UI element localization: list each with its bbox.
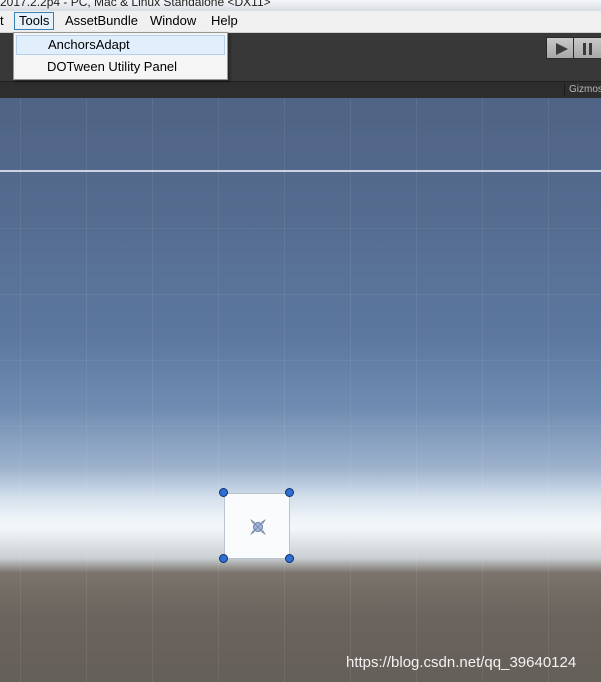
grid-line — [482, 98, 483, 682]
grid-line — [0, 228, 601, 229]
grid-line — [284, 98, 285, 682]
grid-line — [0, 294, 601, 295]
grid-line — [86, 98, 87, 682]
play-button[interactable] — [546, 37, 574, 59]
window-title: 2017.2.2p4 - PC, Mac & Linux Standalone … — [0, 0, 271, 9]
grid-line — [350, 98, 351, 682]
rect-handle-bottom-left[interactable] — [219, 554, 228, 563]
menu-edit[interactable]: t — [0, 13, 8, 29]
rect-handle-top-left[interactable] — [219, 488, 228, 497]
grid-line — [152, 98, 153, 682]
tools-dropdown-menu: AnchorsAdapt DOTween Utility Panel — [13, 32, 228, 80]
grid-line — [218, 98, 219, 682]
menu-window[interactable]: Window — [146, 13, 200, 29]
grid-line — [548, 98, 549, 682]
pause-icon — [583, 43, 593, 55]
rect-handle-top-right[interactable] — [285, 488, 294, 497]
watermark-text: https://blog.csdn.net/qq_39640124 — [346, 654, 577, 671]
grid-line — [20, 98, 21, 682]
menu-assetbundle[interactable]: AssetBundle — [61, 13, 142, 29]
anchor-pivot-icon[interactable] — [247, 516, 269, 538]
canvas-boundary-line — [0, 170, 601, 172]
menu-bar: t Tools AssetBundle Window Help — [0, 11, 601, 33]
menu-help[interactable]: Help — [207, 13, 242, 29]
gizmos-dropdown[interactable]: Gizmos — [564, 83, 601, 97]
menu-item-anchorsadapt[interactable]: AnchorsAdapt — [16, 35, 225, 55]
window-title-bar: 2017.2.2p4 - PC, Mac & Linux Standalone … — [0, 0, 601, 11]
pause-button[interactable] — [574, 37, 601, 59]
grid-line — [0, 360, 601, 361]
play-icon — [556, 43, 568, 55]
rect-handle-bottom-right[interactable] — [285, 554, 294, 563]
grid-line — [0, 426, 601, 427]
menu-item-dotween-utility-panel[interactable]: DOTween Utility Panel — [16, 57, 225, 77]
grid-line — [416, 98, 417, 682]
menu-tools[interactable]: Tools — [14, 12, 55, 30]
scene-view-header: Gizmos — [0, 81, 601, 99]
playback-controls — [546, 37, 601, 59]
scene-view[interactable]: https://blog.csdn.net/qq_39640124 — [0, 98, 601, 682]
